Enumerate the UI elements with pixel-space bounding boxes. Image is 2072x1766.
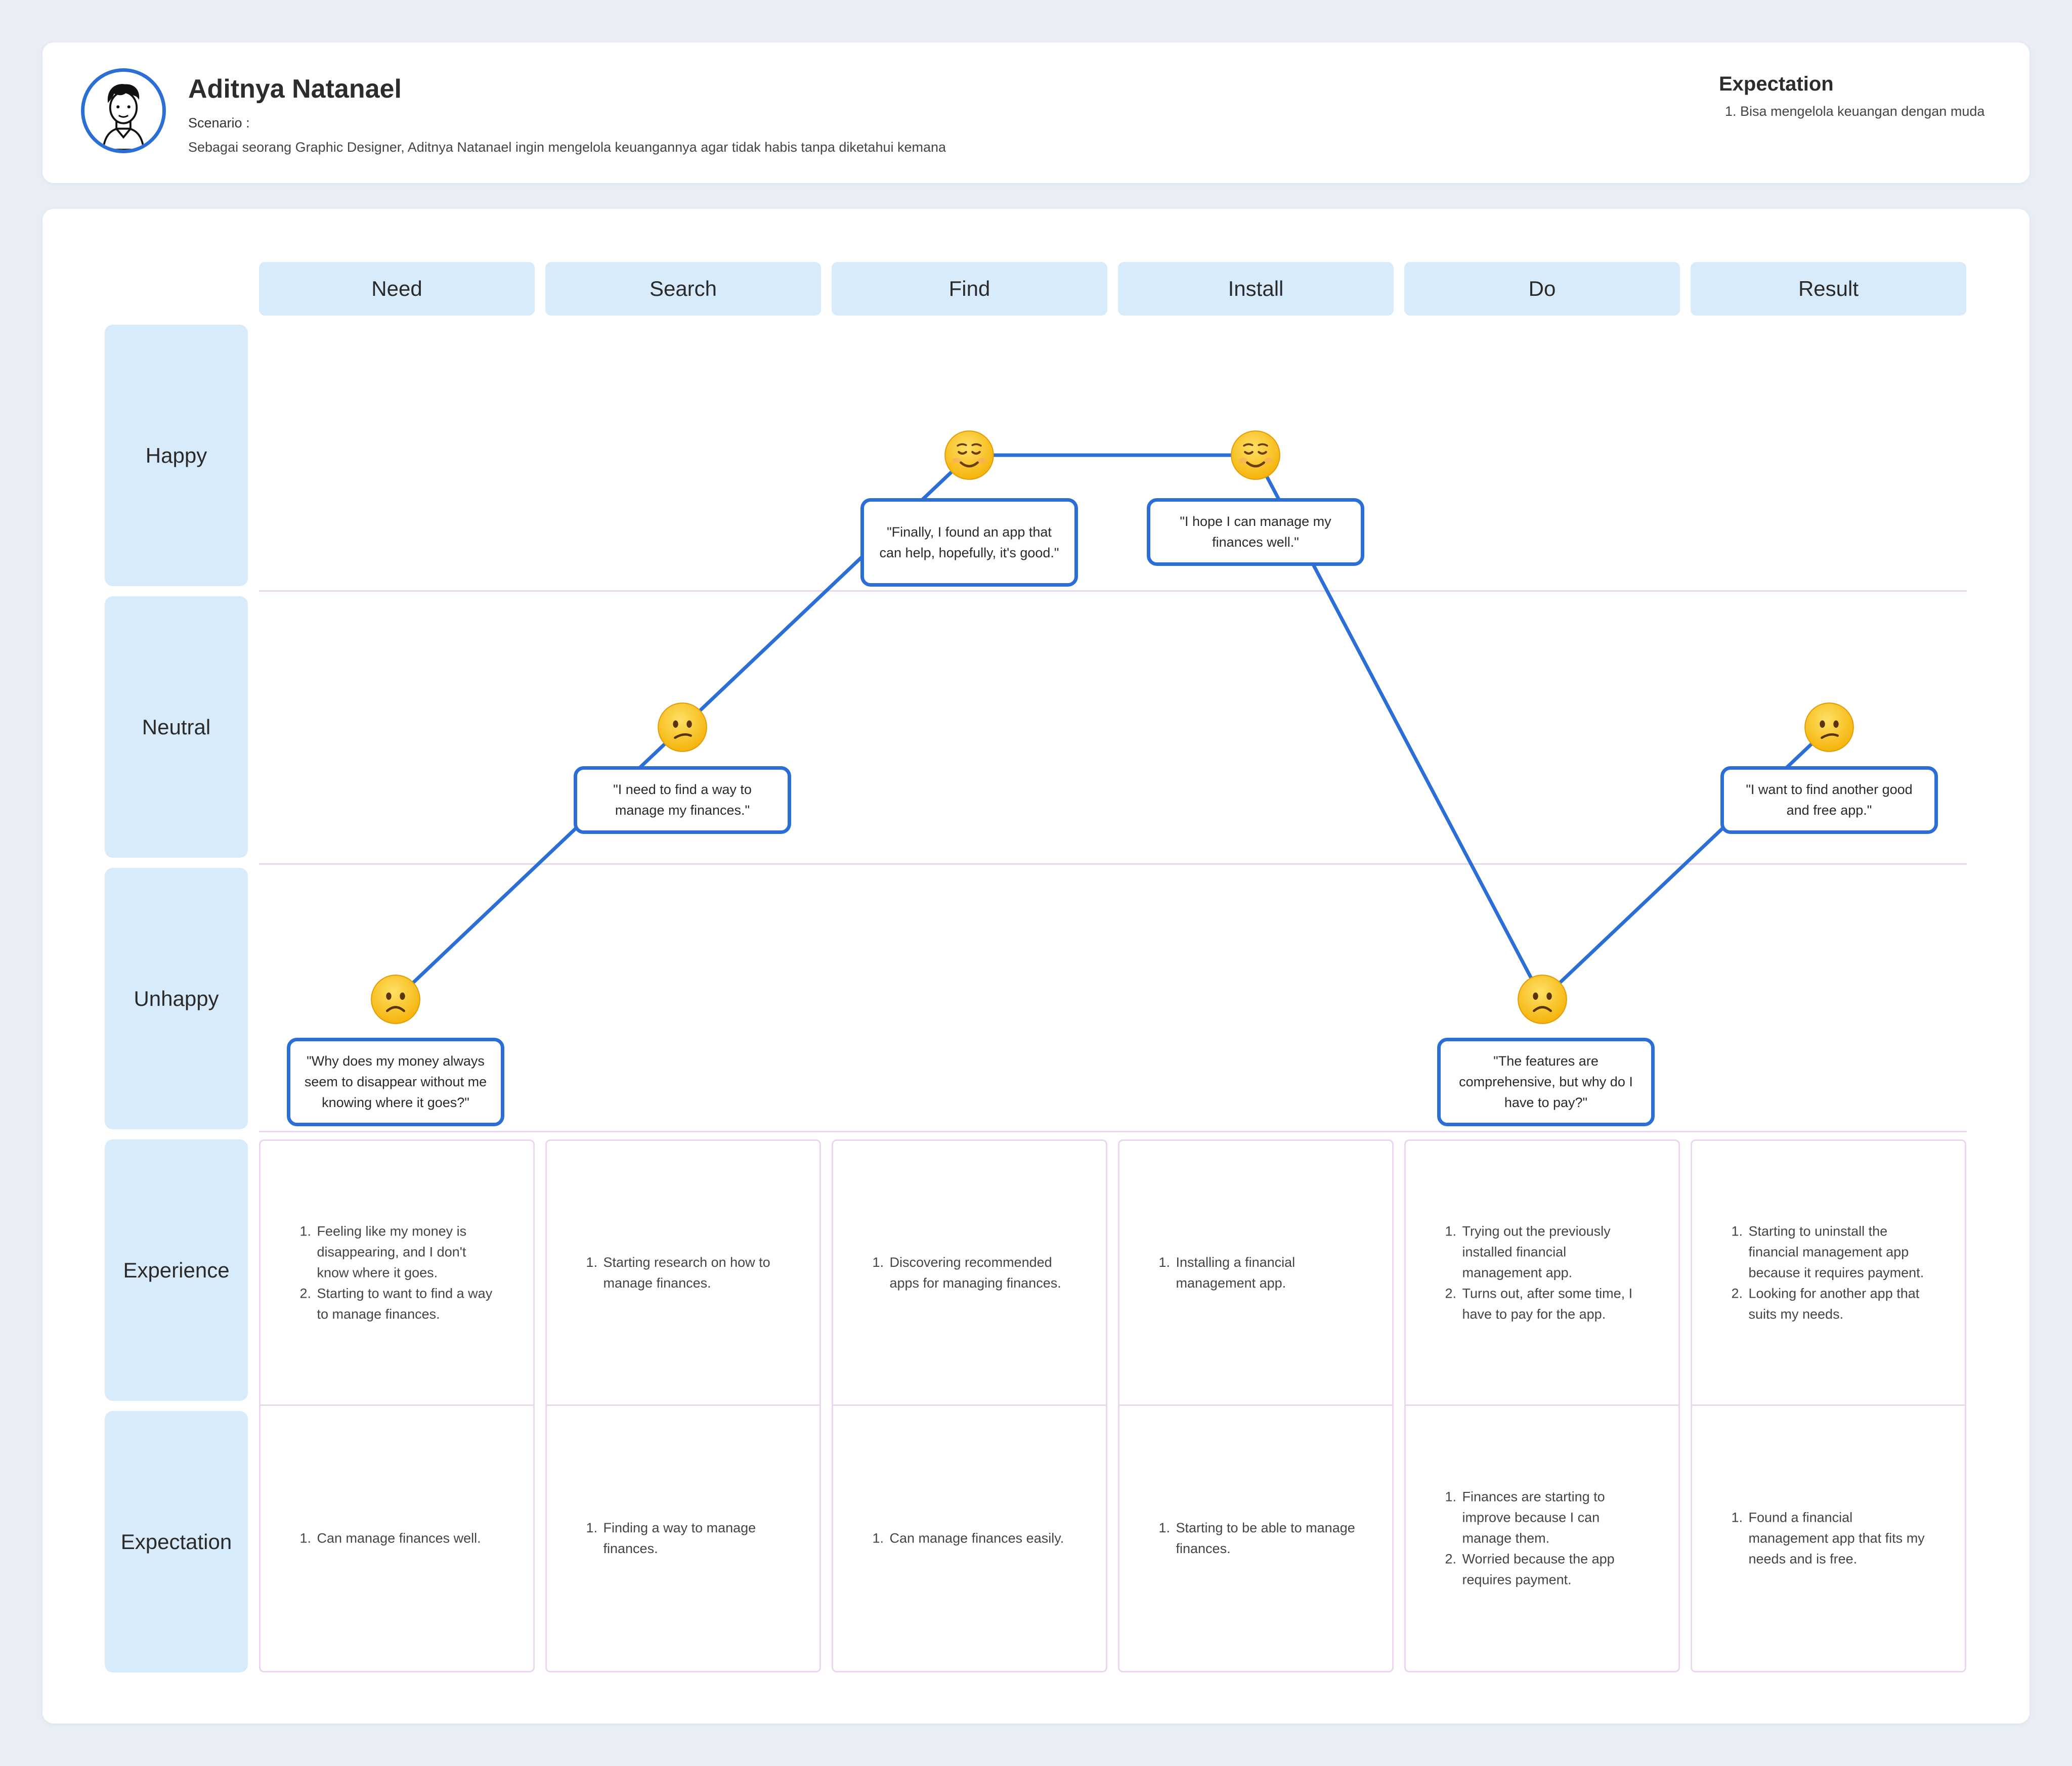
frowning-face-icon (1516, 973, 1569, 1026)
expectation-list: Starting to be able to manage finances. (1156, 1518, 1356, 1559)
expectation-list: Finances are starting to improve because… (1442, 1487, 1643, 1591)
confused-face-icon (656, 701, 709, 754)
quote-bubble: "Why does my money always seem to disapp… (287, 1038, 504, 1126)
experience-item: Turns out, after some time, I have to pa… (1460, 1283, 1643, 1324)
expectation-cell: Finances are starting to improve because… (1404, 1406, 1680, 1672)
expectation-cell: Can manage finances easily. (832, 1406, 1107, 1672)
experience-list: Discovering recommended apps for managin… (870, 1252, 1070, 1294)
experience-cell: Starting to uninstall the financial mana… (1691, 1139, 1966, 1406)
expectation-list: Can manage finances easily. (870, 1528, 1070, 1549)
expectation-cell: Starting to be able to manage finances. (1118, 1406, 1394, 1672)
experience-item: Starting to want to find a way to manage… (315, 1283, 497, 1324)
frowning-face-icon (369, 973, 422, 1026)
expectation-item: Finding a way to manage finances. (601, 1518, 784, 1559)
quote-bubble: "I need to find a way to manage my finan… (574, 766, 791, 834)
experience-item: Starting research on how to manage finan… (601, 1252, 784, 1294)
expectation-item: Worried because the app requires payment… (1460, 1549, 1643, 1591)
curve-segment (680, 453, 971, 729)
quote-bubble: "Finally, I found an app that can help, … (860, 498, 1078, 587)
experience-cell: Trying out the previously installed fina… (1404, 1139, 1680, 1406)
experience-cell: Starting research on how to manage finan… (545, 1139, 821, 1406)
expectation-cell: Finding a way to manage finances. (545, 1406, 821, 1672)
experience-list: Starting to uninstall the financial mana… (1729, 1221, 1929, 1324)
expectation-cell: Found a financial management app that fi… (1691, 1406, 1966, 1672)
expectation-cell: Can manage finances well. (259, 1406, 535, 1672)
experience-cell: Discovering recommended apps for managin… (832, 1139, 1107, 1406)
experience-item: Discovering recommended apps for managin… (888, 1252, 1070, 1294)
experience-list: Starting research on how to manage finan… (583, 1252, 784, 1294)
expectation-item: Can manage finances well. (315, 1528, 497, 1549)
quote-bubble: "I hope I can manage my finances well." (1147, 498, 1364, 566)
expectation-item: Finances are starting to improve because… (1460, 1487, 1643, 1549)
expectation-list: Found a financial management app that fi… (1729, 1508, 1929, 1570)
smiling-face-icon (1229, 429, 1282, 481)
expectation-item: Starting to be able to manage finances. (1174, 1518, 1356, 1559)
experience-item: Starting to uninstall the financial mana… (1747, 1221, 1929, 1283)
expectation-list: Can manage finances well. (297, 1528, 497, 1549)
experience-cell: Feeling like my money is disappearing, a… (259, 1139, 535, 1406)
experience-item: Looking for another app that suits my ne… (1747, 1283, 1929, 1324)
expectation-item: Found a financial management app that fi… (1747, 1508, 1929, 1570)
quote-bubble: "The features are comprehensive, but why… (1437, 1038, 1655, 1126)
experience-item: Trying out the previously installed fina… (1460, 1221, 1643, 1283)
experience-list: Trying out the previously installed fina… (1442, 1221, 1643, 1324)
smiling-face-icon (943, 429, 996, 481)
experience-list: Installing a financial management app. (1156, 1252, 1356, 1294)
expectation-list: Finding a way to manage finances. (583, 1518, 784, 1559)
experience-item: Installing a financial management app. (1174, 1252, 1356, 1294)
experience-cell: Installing a financial management app. (1118, 1139, 1394, 1406)
confused-face-icon (1803, 701, 1855, 754)
experience-list: Feeling like my money is disappearing, a… (297, 1221, 497, 1324)
expectation-item: Can manage finances easily. (888, 1528, 1070, 1549)
quote-bubble: "I want to find another good and free ap… (1720, 766, 1938, 834)
experience-item: Feeling like my money is disappearing, a… (315, 1221, 497, 1283)
